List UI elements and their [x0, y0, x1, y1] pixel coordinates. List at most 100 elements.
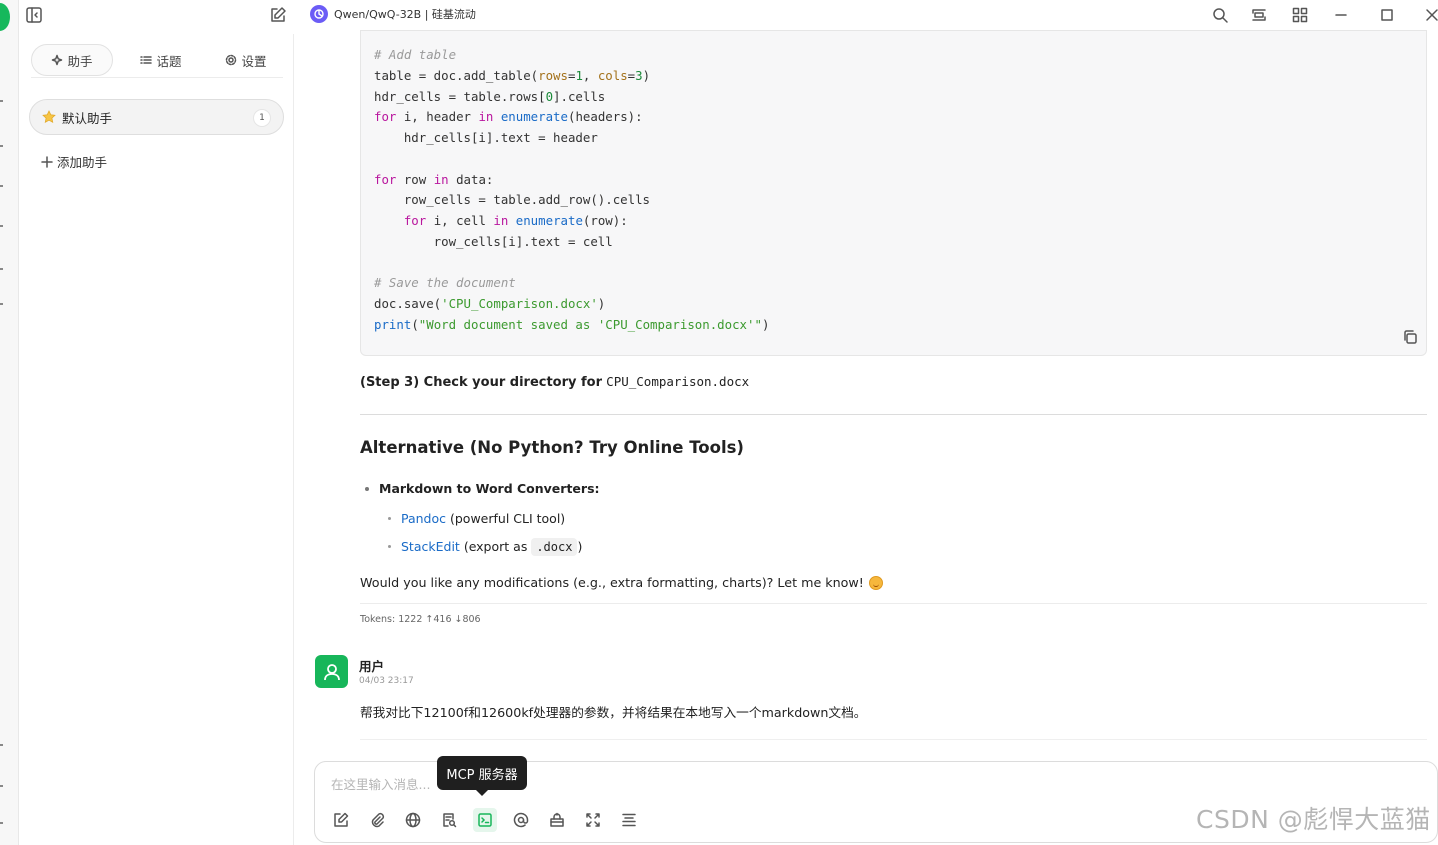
code-token: # Add table — [374, 47, 457, 62]
left-rail — [0, 0, 19, 845]
user-name: 用户 — [359, 659, 385, 674]
model-logo-icon — [310, 5, 328, 23]
bullet-dot — [388, 517, 391, 520]
mcp-tooltip: MCP 服务器 — [437, 756, 527, 796]
quick-phrases-button[interactable] — [545, 808, 569, 832]
token-usage: Tokens: 1222 ↑416 ↓806 — [360, 614, 481, 625]
gear-icon — [225, 54, 237, 66]
code-token: "Word document saved as 'CPU_Comparison.… — [418, 316, 762, 332]
code-line: row_cells = table.add_row().cells — [374, 190, 1426, 211]
expand-icon — [585, 812, 601, 828]
code-token: for — [374, 171, 397, 187]
code-line: for i, header in enumerate(headers): — [374, 107, 1426, 128]
code-token: row_cells[i].text = cell — [374, 233, 613, 249]
terminal-icon — [477, 812, 493, 828]
add-assistant-label: 添加助手 — [57, 155, 108, 170]
toggle-sidebar-button[interactable] — [23, 4, 45, 26]
code-token: enumerate — [515, 213, 583, 228]
code-token: ].cells — [553, 88, 606, 104]
code-token: (row): — [582, 213, 628, 228]
mcp-servers-button[interactable] — [473, 808, 497, 832]
model-selector[interactable]: Qwen/QwQ-32B | 硅基流动 — [310, 5, 476, 23]
sidebar-icon — [25, 6, 43, 24]
sub-item-text: (powerful CLI tool) — [450, 511, 566, 526]
code-token: data: — [448, 171, 494, 187]
assistant-item-default[interactable]: 默认助手 1 — [29, 99, 284, 135]
rail-mark — [0, 100, 3, 102]
add-assistant-button[interactable]: 添加助手 — [41, 152, 107, 171]
tab-topics[interactable]: 话题 — [126, 44, 196, 76]
copy-code-button[interactable] — [1402, 329, 1418, 345]
minimize-icon — [1334, 8, 1348, 22]
new-topic-button[interactable] — [329, 808, 353, 832]
rail-mark — [0, 785, 3, 787]
smile-emoji-icon — [868, 575, 883, 590]
code-token: hdr_cells = table.rows[ — [374, 88, 546, 104]
code-line: # Add table — [374, 45, 1426, 66]
tab-assistants[interactable]: 助手 — [31, 44, 113, 76]
user-avatar[interactable] — [315, 655, 348, 688]
chat-area: # Add table table = doc.add_table(rows=1,… — [295, 30, 1438, 845]
clear-context-button[interactable] — [617, 808, 641, 832]
step3-label: (Step 3) Check your directory for — [360, 375, 603, 390]
input-placeholder: 在这里输入消息... — [331, 777, 431, 792]
expand-input-button[interactable] — [581, 808, 605, 832]
code-token: ) — [761, 316, 770, 332]
code-lines: # Add table table = doc.add_table(rows=1,… — [374, 45, 1426, 336]
tab-label: 话题 — [156, 53, 182, 69]
sparkle-icon — [51, 54, 63, 66]
code-token: 'CPU_Comparison.docx' — [441, 296, 598, 311]
search-button[interactable] — [1209, 4, 1231, 26]
layout-icon — [1250, 6, 1268, 24]
mention-model-button[interactable] — [509, 808, 533, 832]
code-line: for row in data: — [374, 170, 1426, 191]
code-line: hdr_cells[i].text = header — [374, 128, 1426, 149]
web-search-button[interactable] — [401, 808, 425, 832]
followup-sentence: Would you like any modifications (e.g., … — [360, 575, 864, 590]
message-timestamp: 04/03 23:17 — [359, 676, 414, 686]
pandoc-link[interactable]: Pandoc — [401, 511, 446, 526]
knowledge-base-button[interactable] — [437, 808, 461, 832]
divider — [360, 739, 1427, 740]
rail-mark — [0, 268, 3, 270]
grid-icon — [1291, 6, 1309, 24]
code-token: for — [403, 213, 427, 228]
code-token: 3 — [635, 67, 643, 83]
close-button[interactable] — [1421, 4, 1438, 26]
user-message-text: 帮我对比下12100f和12600kf处理器的参数，并将结果在本地写入一个mar… — [360, 705, 867, 720]
new-chat-button[interactable] — [267, 4, 289, 26]
code-token: 0 — [545, 88, 554, 104]
stackedit-link[interactable]: StackEdit — [401, 539, 460, 554]
code-line: # Save the document — [374, 273, 1426, 294]
rail-mark — [0, 145, 3, 147]
layout-button[interactable] — [1248, 4, 1270, 26]
code-line: hdr_cells = table.rows[0].cells — [374, 87, 1426, 108]
rail-mark — [0, 822, 3, 824]
list-icon — [140, 54, 153, 66]
step3-text: (Step 3) Check your directory for CPU_Co… — [360, 374, 749, 390]
list-item: Markdown to Word Converters: — [365, 481, 600, 496]
code-token: ) — [597, 296, 606, 311]
minimize-button[interactable] — [1330, 4, 1352, 26]
code-token: for — [374, 109, 397, 125]
code-token: enumerate — [500, 109, 568, 125]
code-token: ) — [642, 67, 651, 83]
sub-list-item: StackEdit (export as .docx) — [388, 538, 582, 556]
maximize-button[interactable] — [1376, 4, 1398, 26]
code-token: row_cells = table.add_row().cells — [374, 192, 651, 208]
apps-button[interactable] — [1289, 4, 1311, 26]
paperclip-icon — [369, 812, 385, 828]
code-token: row — [396, 171, 434, 187]
code-token: in — [478, 109, 494, 125]
tab-settings[interactable]: 设置 — [211, 44, 281, 76]
attach-button[interactable] — [365, 808, 389, 832]
panel-tabs: 助手 话题 设置 — [31, 44, 283, 78]
copy-icon — [1402, 329, 1418, 345]
bullet-dot — [365, 486, 369, 491]
code-token: (headers): — [567, 109, 643, 125]
followup-text: Would you like any modifications (e.g., … — [360, 575, 883, 590]
rail-mark — [0, 303, 3, 305]
